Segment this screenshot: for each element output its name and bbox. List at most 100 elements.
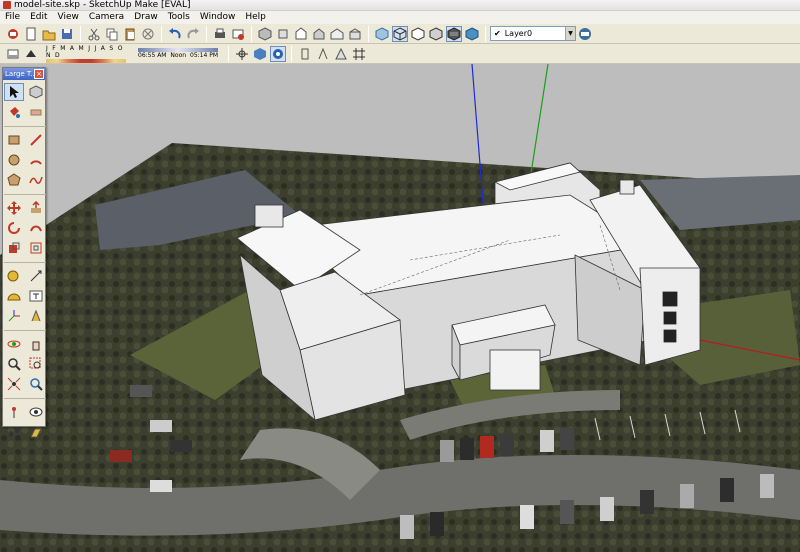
make-component-icon[interactable] bbox=[26, 83, 46, 101]
3d-text-tool-icon[interactable] bbox=[26, 307, 46, 325]
shadow-months: J F M A M J J A S O N D bbox=[46, 44, 124, 59]
large-tool-set-palette: Large T... × bbox=[2, 67, 46, 438]
follow-me-tool-icon[interactable] bbox=[26, 219, 46, 237]
view-front-icon[interactable] bbox=[293, 26, 309, 42]
select-tool-icon[interactable] bbox=[4, 83, 24, 101]
paste-icon[interactable] bbox=[122, 26, 138, 42]
close-icon[interactable]: × bbox=[34, 69, 44, 79]
zoom-window-icon[interactable] bbox=[26, 355, 46, 373]
view-left-icon[interactable] bbox=[347, 26, 363, 42]
grid-icon[interactable] bbox=[351, 46, 367, 62]
shadow-time-end: 05:14 PM bbox=[190, 52, 218, 59]
shadow-date-slider[interactable]: J F M A M J J A S O N D bbox=[46, 45, 126, 63]
section-plane-tool-icon[interactable] bbox=[26, 423, 46, 441]
menu-draw[interactable]: Draw bbox=[129, 11, 163, 24]
zoom-extents-icon[interactable] bbox=[4, 375, 24, 393]
menu-window[interactable]: Window bbox=[195, 11, 241, 24]
erase-icon[interactable] bbox=[140, 26, 156, 42]
position-camera-icon[interactable] bbox=[234, 46, 250, 62]
palette-separator bbox=[4, 327, 46, 331]
menu-tools[interactable]: Tools bbox=[163, 11, 195, 24]
model-canvas[interactable] bbox=[0, 64, 800, 552]
zoom-tool-icon[interactable] bbox=[4, 355, 24, 373]
model-viewport[interactable] bbox=[0, 64, 800, 552]
palette-separator bbox=[4, 395, 46, 399]
rotate-tool-icon[interactable] bbox=[4, 219, 24, 237]
menu-edit[interactable]: Edit bbox=[25, 11, 52, 24]
look-around-icon[interactable] bbox=[26, 403, 46, 421]
section-display-icon[interactable] bbox=[315, 46, 331, 62]
view-back-icon[interactable] bbox=[329, 26, 345, 42]
print-icon[interactable] bbox=[212, 26, 228, 42]
model-info-icon[interactable] bbox=[230, 26, 246, 42]
shaded-textures-style-icon[interactable] bbox=[446, 25, 462, 42]
dimension-tool-icon[interactable] bbox=[26, 267, 46, 285]
title-bar: model-site.skp - SketchUp Make [EVAL] bbox=[0, 0, 800, 11]
wireframe-style-icon[interactable] bbox=[392, 25, 408, 42]
section-plane-icon[interactable] bbox=[297, 46, 313, 62]
shaded-style-icon[interactable] bbox=[428, 26, 444, 42]
menu-camera[interactable]: Camera bbox=[84, 11, 129, 24]
monochrome-style-icon[interactable] bbox=[464, 26, 480, 42]
previous-view-icon[interactable] bbox=[26, 375, 46, 393]
tower-windows bbox=[662, 291, 678, 343]
view-top-icon[interactable] bbox=[275, 26, 291, 42]
layer-manager-icon[interactable] bbox=[577, 26, 593, 42]
pan-tool-icon[interactable] bbox=[26, 335, 46, 353]
look-around-icon[interactable] bbox=[252, 46, 268, 62]
sketchup-app-icon bbox=[3, 1, 11, 9]
view-right-icon[interactable] bbox=[311, 26, 327, 42]
chevron-down-icon[interactable]: ▼ bbox=[565, 27, 575, 40]
freehand-tool-icon[interactable] bbox=[26, 171, 46, 189]
protractor-tool-icon[interactable] bbox=[4, 287, 24, 305]
position-camera-icon[interactable] bbox=[4, 403, 24, 421]
separator bbox=[80, 25, 81, 42]
secondary-toolbar: J F M A M J J A S O N D 06:55 AM Noon 05… bbox=[0, 44, 800, 64]
section-cut-icon[interactable] bbox=[333, 46, 349, 62]
circle-tool-icon[interactable] bbox=[4, 151, 24, 169]
undo-icon[interactable] bbox=[167, 26, 183, 42]
menu-file[interactable]: File bbox=[0, 11, 25, 24]
menu-help[interactable]: Help bbox=[240, 11, 271, 24]
polygon-tool-icon[interactable] bbox=[4, 171, 24, 189]
offset-tool-icon[interactable] bbox=[26, 239, 46, 257]
separator bbox=[485, 25, 486, 42]
walk-icon[interactable] bbox=[270, 45, 286, 62]
palette-separator bbox=[4, 259, 46, 263]
line-tool-icon[interactable] bbox=[26, 131, 46, 149]
rectangle-tool-icon[interactable] bbox=[4, 131, 24, 149]
move-tool-icon[interactable] bbox=[4, 199, 24, 217]
layer-select[interactable]: ✔ Layer0 ▼ bbox=[490, 26, 576, 41]
axes-tool-icon[interactable] bbox=[4, 307, 24, 325]
scale-tool-icon[interactable] bbox=[4, 239, 24, 257]
palette-separator bbox=[4, 123, 46, 127]
menu-view[interactable]: View bbox=[53, 11, 84, 24]
separator bbox=[251, 25, 252, 42]
save-icon[interactable] bbox=[59, 26, 75, 42]
layer-select-value: Layer0 bbox=[504, 29, 533, 38]
paint-bucket-icon[interactable] bbox=[4, 103, 24, 121]
xray-style-icon[interactable] bbox=[374, 26, 390, 42]
palette-separator bbox=[4, 191, 46, 195]
orbit-tool-icon[interactable] bbox=[4, 335, 24, 353]
text-tool-icon[interactable] bbox=[26, 287, 46, 305]
layer-check-icon: ✔ bbox=[494, 29, 501, 38]
shadow-settings-icon[interactable] bbox=[5, 46, 21, 62]
arc-tool-icon[interactable] bbox=[26, 151, 46, 169]
hidden-line-style-icon[interactable] bbox=[410, 26, 426, 42]
shadow-time-slider[interactable]: 06:55 AM Noon 05:14 PM bbox=[138, 48, 218, 59]
open-folder-icon[interactable] bbox=[41, 26, 57, 42]
view-iso-icon[interactable] bbox=[257, 26, 273, 42]
push-pull-tool-icon[interactable] bbox=[26, 199, 46, 217]
main-toolbar: ✔ Layer0 ▼ bbox=[0, 24, 800, 44]
cut-icon[interactable] bbox=[86, 26, 102, 42]
toggle-shadows-icon[interactable] bbox=[23, 46, 39, 62]
tape-measure-icon[interactable] bbox=[4, 267, 24, 285]
separator bbox=[161, 25, 162, 42]
walk-tool-icon[interactable] bbox=[4, 423, 24, 441]
eraser-icon[interactable] bbox=[26, 103, 46, 121]
new-file-icon[interactable] bbox=[23, 26, 39, 42]
getting-started-icon[interactable] bbox=[5, 26, 21, 42]
copy-icon[interactable] bbox=[104, 26, 120, 42]
redo-icon[interactable] bbox=[185, 26, 201, 42]
